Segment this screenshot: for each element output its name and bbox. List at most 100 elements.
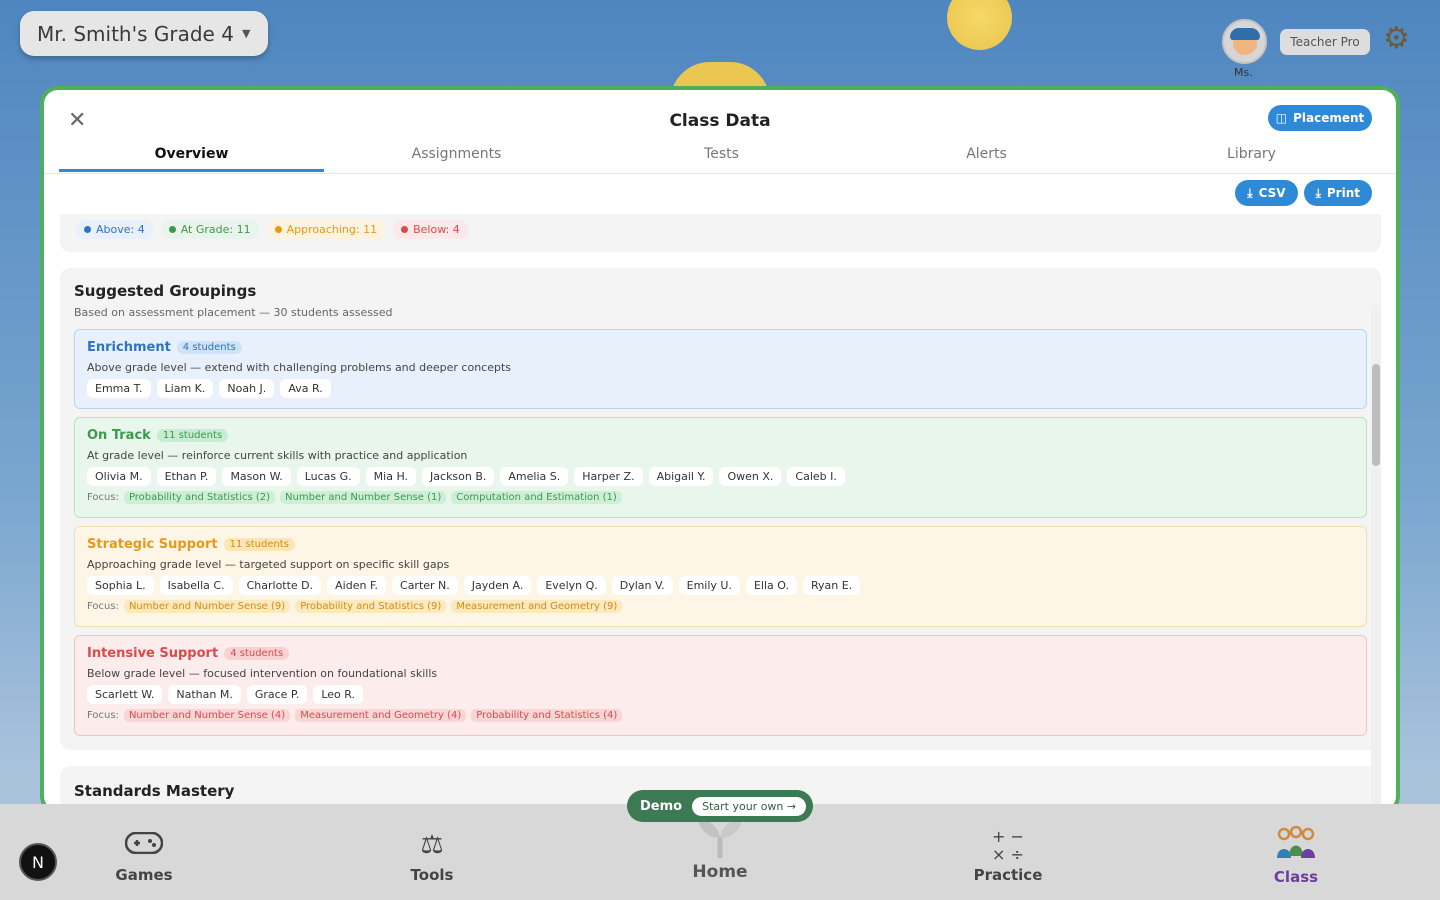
student-chip[interactable]: Emma T. [87,379,151,398]
focus-list: Focus: Probability and Statistics (2) Numb… [87,491,622,504]
placement-summary-card: Above: 4 At Grade: 11 Approaching: 11 Be… [60,214,1381,252]
demo-banner: Demo Start your own → [627,790,813,822]
group-enrichment: Enrichment 4 students Above grade level —… [74,329,1367,409]
group-name: Intensive Support [87,646,219,661]
student-chip[interactable]: Scarlett W. [87,685,163,704]
student-chip[interactable]: Liam K. [156,379,214,398]
placement-button[interactable]: ◫ Placement [1268,105,1372,131]
focus-tag: Probability and Statistics (4) [471,709,623,722]
sun-decoration [947,0,1012,50]
nav-label: Home [692,862,748,882]
group-on-track: On Track 11 students At grade level — rei… [74,417,1367,518]
student-chip[interactable]: Caleb I. [787,467,845,486]
nav-label: Class [1273,868,1319,886]
student-chip[interactable]: Leo R. [313,685,364,704]
student-chip[interactable]: Owen X. [719,467,782,486]
student-chip[interactable]: Sophia L. [87,576,154,595]
student-chip[interactable]: Emily U. [678,576,740,595]
nav-practice[interactable]: + − × ÷ Practice [864,804,1152,900]
approaching-pill: Approaching: 11 [266,220,386,239]
chevron-down-icon: ▼ [241,27,251,40]
overview-content[interactable]: Above: 4 At Grade: 11 Approaching: 11 Be… [60,174,1382,810]
focus-list: Focus: Number and Number Sense (4) Measure… [87,709,623,722]
group-name: On Track [87,428,151,443]
group-description: Above grade level — extend with challeng… [87,361,512,374]
tab-overview[interactable]: Overview [59,140,324,172]
focus-tag: Probability and Statistics (9) [295,600,447,613]
app-logo[interactable]: N [19,843,57,881]
student-chip[interactable]: Mason W. [222,467,291,486]
student-chip[interactable]: Carter N. [392,576,458,595]
class-data-modal: ✕ Class Data ◫ Placement Overview Assign… [40,86,1400,814]
student-chip[interactable]: Jackson B. [422,467,495,486]
tab-library[interactable]: Library [1119,140,1384,172]
modal-title: Class Data [669,111,771,131]
student-chip[interactable]: Jayden A. [463,576,532,595]
math-operators-icon: + − × ÷ [992,827,1024,864]
group-description: Below grade level — focused intervention… [87,667,438,680]
student-chip[interactable]: Mia H. [365,467,417,486]
suggested-groupings-card: Suggested Groupings Based on assessment … [60,268,1381,750]
csv-button[interactable]: ⤓ CSV [1235,180,1298,206]
student-chip[interactable]: Aiden F. [327,576,387,595]
focus-list: Focus: Number and Number Sense (9) Probabi… [87,600,623,613]
student-list: Scarlett W. Nathan M. Grace P. Leo R. [87,685,364,704]
focus-tag: Number and Number Sense (4) [123,709,291,722]
tab-tests[interactable]: Tests [589,140,854,172]
placement-label: Placement [1293,111,1365,125]
student-chip[interactable]: Grace P. [246,685,308,704]
group-count: 4 students [224,647,290,660]
group-intensive-support: Intensive Support 4 students Below grade … [74,635,1367,736]
print-button[interactable]: ⤓ Print [1303,180,1372,206]
group-count: 11 students [223,538,295,551]
student-chip[interactable]: Nathan M. [168,685,241,704]
groupings-subtitle: Based on assessment placement — 30 stude… [74,306,393,319]
export-buttons: ⤓ CSV ⤓ Print [1235,180,1372,206]
download-icon: ⤓ [1315,185,1321,200]
group-count: 11 students [156,429,229,442]
student-chip[interactable]: Evelyn Q. [537,576,606,595]
at-grade-pill: At Grade: 11 [160,220,259,239]
student-chip[interactable]: Charlotte D. [238,576,322,595]
nav-class[interactable]: Class [1152,804,1440,900]
student-chip[interactable]: Olivia M. [87,467,151,486]
start-your-own-button[interactable]: Start your own → [692,796,807,816]
focus-tag: Number and Number Sense (1) [280,491,447,504]
student-chip[interactable]: Lucas G. [296,467,360,486]
student-chip[interactable]: Ryan E. [802,576,861,595]
table-icon: ◫ [1275,111,1288,125]
focus-tag: Measurement and Geometry (4) [295,709,467,722]
student-chip[interactable]: Dylan V. [611,576,673,595]
tab-bar: Overview Assignments Tests Alerts Librar… [59,140,1396,172]
class-selector[interactable]: Mr. Smith's Grade 4 ▼ [20,11,268,56]
student-chip[interactable]: Isabella C. [159,576,233,595]
gear-icon[interactable]: ⚙ [1383,24,1410,54]
focus-tag: Probability and Statistics (2) [123,491,276,504]
nav-label: Practice [973,866,1043,884]
groupings-title: Suggested Groupings [74,282,257,300]
avatar[interactable] [1222,19,1267,64]
people-group-icon [1152,825,1440,865]
sprout-icon [576,818,864,864]
scroll-thumb[interactable] [1372,364,1380,466]
nav-label: Tools [410,866,454,884]
student-chip[interactable]: Harper Z. [574,467,643,486]
mastery-title: Standards Mastery [74,782,235,800]
teacher-pro-badge[interactable]: Teacher Pro [1280,29,1370,55]
group-description: At grade level — reinforce current skill… [87,449,468,462]
student-chip[interactable]: Abigail Y. [648,467,714,486]
modal-header: ✕ Class Data ◫ Placement Overview Assign… [44,90,1396,174]
tab-assignments[interactable]: Assignments [324,140,589,172]
student-chip[interactable]: Ella O. [745,576,797,595]
group-count: 4 students [176,341,242,354]
student-chip[interactable]: Amelia S. [500,467,569,486]
student-list: Emma T. Liam K. Noah J. Ava R. [87,379,331,398]
student-chip[interactable]: Ava R. [280,379,331,398]
student-chip[interactable]: Ethan P. [156,467,217,486]
scrollbar[interactable] [1371,304,1381,810]
focus-tag: Number and Number Sense (9) [123,600,291,613]
group-strategic-support: Strategic Support 11 students Approaching… [74,526,1367,627]
nav-tools[interactable]: ⚖ Tools [288,804,576,900]
tab-alerts[interactable]: Alerts [854,140,1119,172]
student-chip[interactable]: Noah J. [219,379,275,398]
